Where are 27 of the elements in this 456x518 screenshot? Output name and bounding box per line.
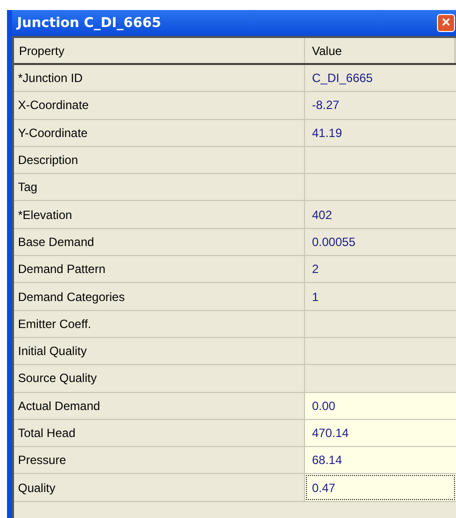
value-cell[interactable]: -8.27 [305, 92, 456, 119]
value-cell[interactable]: 470.14 [305, 420, 456, 446]
property-cell: Y-Coordinate [14, 120, 305, 146]
column-header[interactable]: Value [305, 38, 456, 63]
value-cell[interactable]: 0.00 [305, 392, 456, 419]
property-cell: Demand Pattern [14, 256, 305, 282]
property-cell: *Elevation [14, 201, 305, 228]
value-cell[interactable]: 68.14 [305, 447, 456, 474]
window-title: Junction C_DI_6665 [17, 15, 162, 31]
property-cell: Initial Quality [14, 338, 305, 364]
value-cell[interactable]: 402 [305, 201, 456, 228]
value-cell[interactable]: 0.47 [305, 474, 456, 501]
property-cell: Source Quality [14, 365, 305, 392]
property-cell: Emitter Coeff. [14, 310, 305, 337]
property-cell: Description [14, 146, 305, 174]
property-cell: Demand Categories [14, 283, 305, 310]
close-button[interactable]: × [437, 14, 455, 32]
value-cell[interactable]: 1 [305, 283, 456, 310]
value-cell[interactable]: 2 [305, 256, 456, 282]
property-cell: *Junction ID [14, 65, 305, 92]
value-cell[interactable]: C_DI_6665 [305, 65, 456, 92]
value-cell[interactable]: 41.19 [305, 120, 456, 146]
property-cell: Tag [14, 174, 305, 200]
property-cell: Base Demand [14, 228, 305, 256]
value-cell[interactable]: 0.00055 [305, 228, 456, 256]
property-cell: X-Coordinate [14, 92, 305, 119]
column-header[interactable]: Property [14, 38, 305, 63]
